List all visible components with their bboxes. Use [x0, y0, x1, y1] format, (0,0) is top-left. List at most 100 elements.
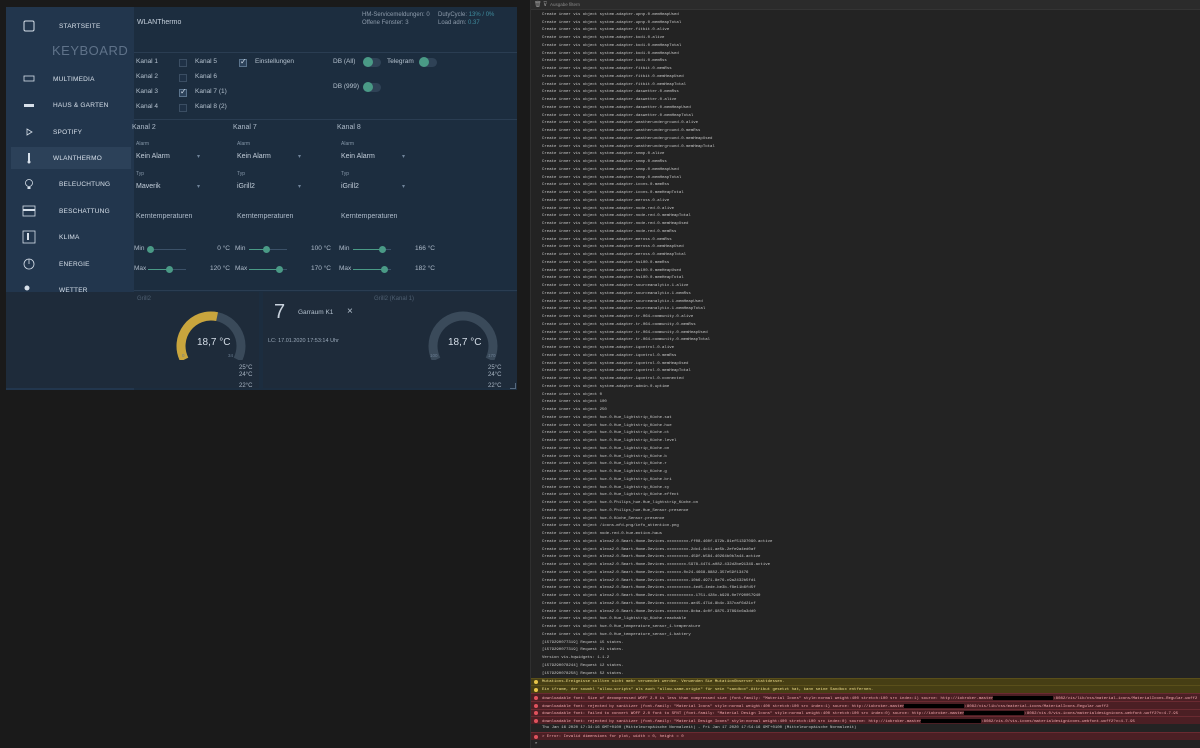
redacted-host	[904, 703, 965, 708]
close-icon[interactable]: ×	[347, 306, 353, 317]
channel-checkbox-label: Kanal 6	[195, 73, 218, 80]
console-line: Create inner vis object system.adapter.s…	[531, 282, 1200, 290]
console-line-text: Create inner vis object system.adapter.t…	[542, 330, 708, 335]
console-line: Create inner vis object 250	[531, 406, 1200, 414]
console-line: Create inner vis object system.adapter.t…	[531, 329, 1200, 337]
tile-name: Grill2	[137, 296, 152, 302]
gauge-max: 34	[228, 353, 234, 358]
slider-knob[interactable]	[381, 266, 389, 273]
console-line: Create inner vis object system.adapter.n…	[531, 213, 1200, 221]
gauge-min: 100	[430, 353, 438, 358]
min-temp-slider[interactable]: Min 100 °C	[235, 244, 331, 254]
sidebar-item-multimedia[interactable]: MULTIMEDIA	[11, 68, 131, 90]
telegram-toggle[interactable]	[419, 57, 437, 67]
typ-select[interactable]: Maverik	[136, 183, 200, 190]
max-temp-slider[interactable]: Max 120 °C	[134, 264, 230, 274]
section-divider	[134, 119, 517, 120]
console-line-text: [1579290078244] Request 12 states.	[542, 663, 624, 668]
slider-knob[interactable]	[146, 246, 154, 253]
db-999-toggle[interactable]	[363, 82, 381, 92]
sidebar-item-beschattung[interactable]: BESCHATTUNG	[11, 200, 131, 222]
power-icon	[20, 256, 38, 272]
console-line: Create inner vis object hue.0.Hue_lights…	[531, 430, 1200, 438]
tile-garraum[interactable]: 7 Garraum K1 × Grill2 (Kanal 1) LC: 17.0…	[263, 292, 517, 389]
tv-icon	[20, 71, 38, 87]
console-line: Create inner vis object system.adapter.k…	[531, 34, 1200, 42]
channel-checkbox[interactable]	[179, 87, 187, 97]
console-line: Create inner vis object system.adapter.i…	[531, 189, 1200, 197]
sidebar-item-energie[interactable]: ENERGIE	[11, 253, 131, 275]
resize-handle[interactable]	[510, 383, 516, 389]
sidebar-item-spotify[interactable]: SPOTIFY	[11, 121, 131, 143]
slider-knob[interactable]	[378, 246, 386, 253]
console-line: Create inner vis object system.adapter.m…	[531, 251, 1200, 259]
console-line-text: Create inner vis object system.adapter.k…	[542, 36, 665, 41]
console-prompt[interactable]: »	[531, 741, 1200, 748]
console-line: Create inner vis object hue.0.Hue_lights…	[531, 616, 1200, 624]
console-line: Create inner vis object hue.0.Küche_Sens…	[531, 515, 1200, 523]
alarm-select[interactable]: Kein Alarm	[237, 153, 301, 160]
console-line-text: [1579290078258] Request 52 states.	[542, 671, 624, 676]
max-temp-slider[interactable]: Max 170 °C	[235, 264, 331, 274]
typ-select[interactable]: iGrill2	[341, 183, 405, 190]
alarm-select[interactable]: Kein Alarm	[136, 153, 200, 160]
console-message-text: Ein iframe, der sowohl "allow-scripts" a…	[542, 688, 873, 692]
console-line-text: Create inner vis object hue.0.Hue_lights…	[542, 493, 679, 498]
sidebar-item-beleuchtung[interactable]: BELEUCHTUNG	[11, 173, 131, 195]
sidebar-item-startseite[interactable]: STARTSEITE	[11, 15, 131, 37]
kerntemperaturen-title: Kerntemperaturen	[136, 213, 193, 220]
min-temp-slider[interactable]: Min 0 °C	[134, 244, 230, 254]
max-label: Max	[339, 265, 352, 272]
console-message-text[interactable]: > Error: Invalid dimensions for plot, wi…	[542, 735, 684, 739]
tile-grill2[interactable]: Grill2 18,7 °C 0 34 25°C 24°C 22°C	[6, 292, 259, 389]
console-line: Create inner vis object system.adapter.a…	[531, 383, 1200, 391]
channel-checkbox[interactable]	[179, 74, 187, 82]
console-line: Create inner vis object system.adapter.u…	[531, 19, 1200, 27]
min-temp-slider[interactable]: Min 166 °C	[339, 244, 435, 254]
console-line: Create inner vis object hue.0.Hue_lights…	[531, 414, 1200, 422]
settings-label: Einstellungen	[255, 58, 295, 65]
console-message-text: Mutations-Ereignisse sollten nicht mehr …	[542, 680, 784, 684]
console-line-text: Create inner vis object alexa2.0.Smart-H…	[542, 586, 756, 591]
trash-icon[interactable]: 🗑	[534, 1, 542, 8]
channel-checkbox[interactable]	[179, 59, 187, 67]
max-temp-slider[interactable]: Max 182 °C	[339, 264, 435, 274]
kerntemperaturen-title: Kerntemperaturen	[341, 213, 398, 220]
channel-checkbox-label[interactable]: Kanal 2	[136, 73, 158, 80]
channel-checkbox-label[interactable]: Kanal 4	[136, 103, 158, 110]
slider-knob[interactable]	[165, 266, 173, 273]
console-line-text: Create inner vis object system.adapter.s…	[542, 284, 689, 289]
temp-line-1: 25°C	[488, 365, 502, 371]
console-line-text: Create inner vis object 0	[542, 392, 603, 397]
console-error: downloadable font: Size of decompressed …	[531, 693, 1200, 701]
typ-select[interactable]: iGrill2	[237, 183, 301, 190]
settings-checkbox[interactable]	[239, 57, 247, 67]
sidebar-item-label: ENERGIE	[59, 260, 90, 268]
min-label: Min	[134, 245, 145, 252]
warning-icon	[534, 688, 538, 693]
sidebar-item-klima[interactable]: KLIMA	[11, 226, 131, 248]
console-line-text: Create inner vis object system.adapter.m…	[542, 237, 672, 242]
console-line: Create inner vis object system.adapter.s…	[531, 158, 1200, 166]
slider-knob[interactable]	[263, 246, 271, 253]
filter-input[interactable]: Ausgabe filtern	[550, 2, 580, 7]
channel-checkbox[interactable]	[179, 104, 187, 112]
sidebar-item-wlanthermo[interactable]: WLANTHERMO	[11, 147, 131, 169]
console-line: Create inner vis object hue.0.Hue_lights…	[531, 422, 1200, 430]
console-line: Create inner vis object system.adapter.f…	[531, 27, 1200, 35]
console-line-text: Create inner vis object system.adapter.n…	[542, 229, 677, 234]
filter-icon[interactable]: ⊽	[543, 1, 547, 8]
db-all-toggle[interactable]	[363, 57, 381, 67]
console-line-text: Create inner vis object /icons-mfd-png/i…	[542, 524, 679, 529]
error-icon	[534, 711, 538, 716]
slider-knob[interactable]	[275, 266, 283, 273]
channel-checkbox-label[interactable]: Kanal 3	[136, 88, 158, 95]
console-line: Create inner vis object alexa2.0.Smart-H…	[531, 538, 1200, 546]
console-line-text: Create inner vis object hue.0.Hue_lights…	[542, 462, 667, 467]
sidebar-item-haus-garten[interactable]: HAUS & GARTEN	[11, 94, 131, 116]
console-line-text: Create inner vis object system.adapter.f…	[542, 82, 687, 87]
alarm-select[interactable]: Kein Alarm	[341, 153, 405, 160]
console-line: Create inner vis object alexa2.0.Smart-H…	[531, 600, 1200, 608]
console-line-text: Create inner vis object system.adapter.i…	[542, 369, 691, 374]
channel-checkbox-label[interactable]: Kanal 1	[136, 58, 158, 65]
